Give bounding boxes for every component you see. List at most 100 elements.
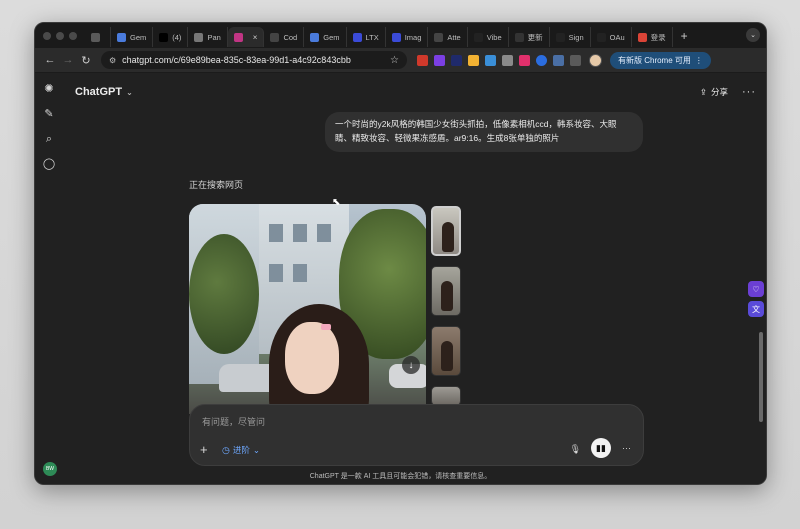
browser-tab[interactable]: 更新 — [509, 27, 550, 47]
chrome-update-label: 有新版 Chrome 可用 — [618, 55, 691, 65]
window-icon — [91, 32, 100, 42]
chat-bubble-icon[interactable]: ◯ — [43, 159, 55, 170]
new-chat-icon[interactable]: ✎ — [44, 109, 53, 120]
extension-purple-icon[interactable] — [434, 54, 445, 66]
extension-red-icon[interactable] — [417, 54, 428, 66]
thumbnail-4[interactable] — [431, 386, 461, 406]
reload-icon[interactable]: ↻ — [77, 54, 95, 67]
image-icon — [391, 32, 401, 42]
browser-tab[interactable]: Gem — [304, 27, 347, 47]
new-tab-button[interactable]: + — [681, 29, 688, 43]
tab-strip: Gem (4) Pan × Cod Gem LTX Imag Atte Vibe 更新 Sign O… — [35, 23, 766, 48]
generated-image[interactable]: ↓ — [189, 204, 426, 414]
browser-window: Gem (4) Pan × Cod Gem LTX Imag Atte Vibe 更新 Sign O… — [34, 22, 767, 485]
tab-label: OAu — [609, 32, 625, 42]
extensions-bar — [417, 54, 581, 66]
thumbnail-2[interactable] — [431, 266, 461, 316]
update-icon — [514, 32, 524, 42]
microphone-icon[interactable]: 🎙 — [570, 444, 581, 455]
forward-arrow-icon[interactable]: → — [59, 54, 77, 66]
back-arrow-icon[interactable]: ← — [41, 54, 59, 66]
tab-label: Sign — [568, 32, 584, 42]
chat-header: ChatGPT ⌄ ⇪ 分享 ··· — [75, 82, 756, 102]
browser-tab[interactable]: Cod — [264, 27, 305, 47]
browser-tab[interactable]: Imag — [386, 27, 429, 47]
tab-label: Cod — [283, 32, 298, 42]
browser-tab[interactable]: Vibe — [468, 27, 509, 47]
share-button[interactable]: ⇪ 分享 — [700, 86, 728, 98]
message-composer[interactable]: 有问题，尽管问 + ◷ 进阶 ⌄ 🎙 ▮▮ ··· — [189, 404, 644, 466]
gemini-icon — [117, 32, 126, 42]
extension-yellow-icon[interactable] — [468, 54, 479, 66]
translate-icon[interactable]: 文 — [748, 301, 764, 317]
menu-dots-icon: ⋮ — [694, 55, 703, 65]
tab-label: Vibe — [486, 32, 502, 42]
chrome-update-button[interactable]: 有新版 Chrome 可用 ⋮ — [610, 51, 711, 69]
browser-tab[interactable]: × — [227, 27, 265, 47]
close-window-icon[interactable] — [43, 31, 51, 40]
thumbnail-3[interactable] — [431, 326, 461, 376]
scroll-down-arrow-icon[interactable]: ↓ — [402, 356, 420, 374]
github-icon — [555, 32, 565, 42]
globe-icon — [194, 32, 204, 42]
image-thumbnails — [431, 206, 463, 416]
extension-circle-icon[interactable] — [536, 54, 547, 66]
tab-search-chevron-icon[interactable]: ⌄ — [746, 28, 760, 42]
voice-mode-button[interactable]: ▮▮ — [591, 438, 611, 458]
github-icon — [596, 32, 606, 42]
tab-label: 登录 — [650, 32, 666, 42]
composer-placeholder: 有问题，尽管问 — [202, 417, 266, 427]
mouse-cursor-icon: ⬉ — [332, 197, 341, 208]
tab-label: 更新 — [527, 32, 543, 42]
browser-tab[interactable]: 登录 — [632, 27, 673, 47]
tab-label: Imag — [404, 32, 422, 42]
tab-label: Pan — [207, 32, 221, 42]
scrollbar[interactable] — [759, 332, 763, 422]
maximize-window-icon[interactable] — [69, 31, 77, 40]
thumbnail-1[interactable] — [431, 206, 461, 256]
mode-selector[interactable]: ◷ 进阶 ⌄ — [222, 444, 260, 456]
spiral-icon — [434, 32, 444, 42]
side-widgets: ♡ 文 — [748, 281, 764, 317]
tab-label: LTX — [365, 32, 379, 42]
chatgpt-page: ✺ ✎ ⌕ ◯ BW ChatGPT ⌄ ⇪ 分享 ··· 一个时尚的y2k风格… — [35, 74, 766, 484]
browser-tab[interactable]: Sign — [550, 27, 591, 47]
add-attachment-icon[interactable]: + — [200, 442, 208, 457]
address-bar[interactable]: ⚙ chatgpt.com/c/69e89bea-835c-83ea-99d1-… — [101, 51, 407, 69]
tab-label: Atte — [447, 32, 461, 42]
widget-heart-icon[interactable]: ♡ — [748, 281, 764, 297]
profile-avatar[interactable] — [589, 53, 602, 67]
x-icon — [159, 32, 169, 42]
tab-close-icon[interactable]: × — [253, 33, 258, 42]
browser-tab[interactable]: LTX — [347, 27, 386, 47]
minimize-window-icon[interactable] — [56, 31, 64, 40]
browser-toolbar: ← → ↻ ⚙ chatgpt.com/c/69e89bea-835c-83ea… — [35, 48, 766, 73]
browser-tab[interactable]: Gem — [111, 27, 154, 47]
clock-icon: ◷ — [222, 444, 230, 455]
browser-tab[interactable] — [85, 27, 111, 47]
extension-image-icon[interactable] — [502, 54, 513, 66]
browser-tab[interactable]: OAu — [591, 27, 632, 47]
vibe-icon — [473, 32, 483, 42]
browser-tab[interactable]: Pan — [188, 27, 228, 47]
tab-label: Gem — [323, 32, 340, 42]
browser-tab[interactable]: Atte — [428, 27, 468, 47]
search-icon[interactable]: ⌕ — [46, 134, 52, 145]
ltx-icon — [352, 32, 362, 42]
openai-logo-icon[interactable]: ✺ — [44, 84, 53, 95]
more-options-icon[interactable]: ··· — [742, 86, 756, 98]
extension-pink-icon[interactable] — [519, 54, 530, 66]
google-icon — [637, 32, 647, 42]
photoshop-extension-icon[interactable] — [451, 54, 462, 66]
extensions-puzzle-icon[interactable] — [570, 54, 581, 66]
user-message-bubble: 一个时尚的y2k风格的韩国少女街头抓拍，低像素相机ccd，韩系妆容、大眼睛、精致… — [325, 112, 643, 152]
extension-pin-icon[interactable] — [553, 54, 564, 66]
more-icon[interactable]: ··· — [622, 443, 631, 453]
site-info-icon[interactable]: ⚙ — [109, 56, 116, 65]
model-selector[interactable]: ChatGPT ⌄ — [75, 86, 133, 98]
model-name: ChatGPT — [75, 86, 123, 98]
browser-tab[interactable]: (4) — [153, 27, 189, 47]
gemini-icon — [310, 32, 320, 42]
extension-blue-icon[interactable] — [485, 54, 496, 66]
bookmark-star-icon[interactable]: ☆ — [390, 55, 399, 66]
